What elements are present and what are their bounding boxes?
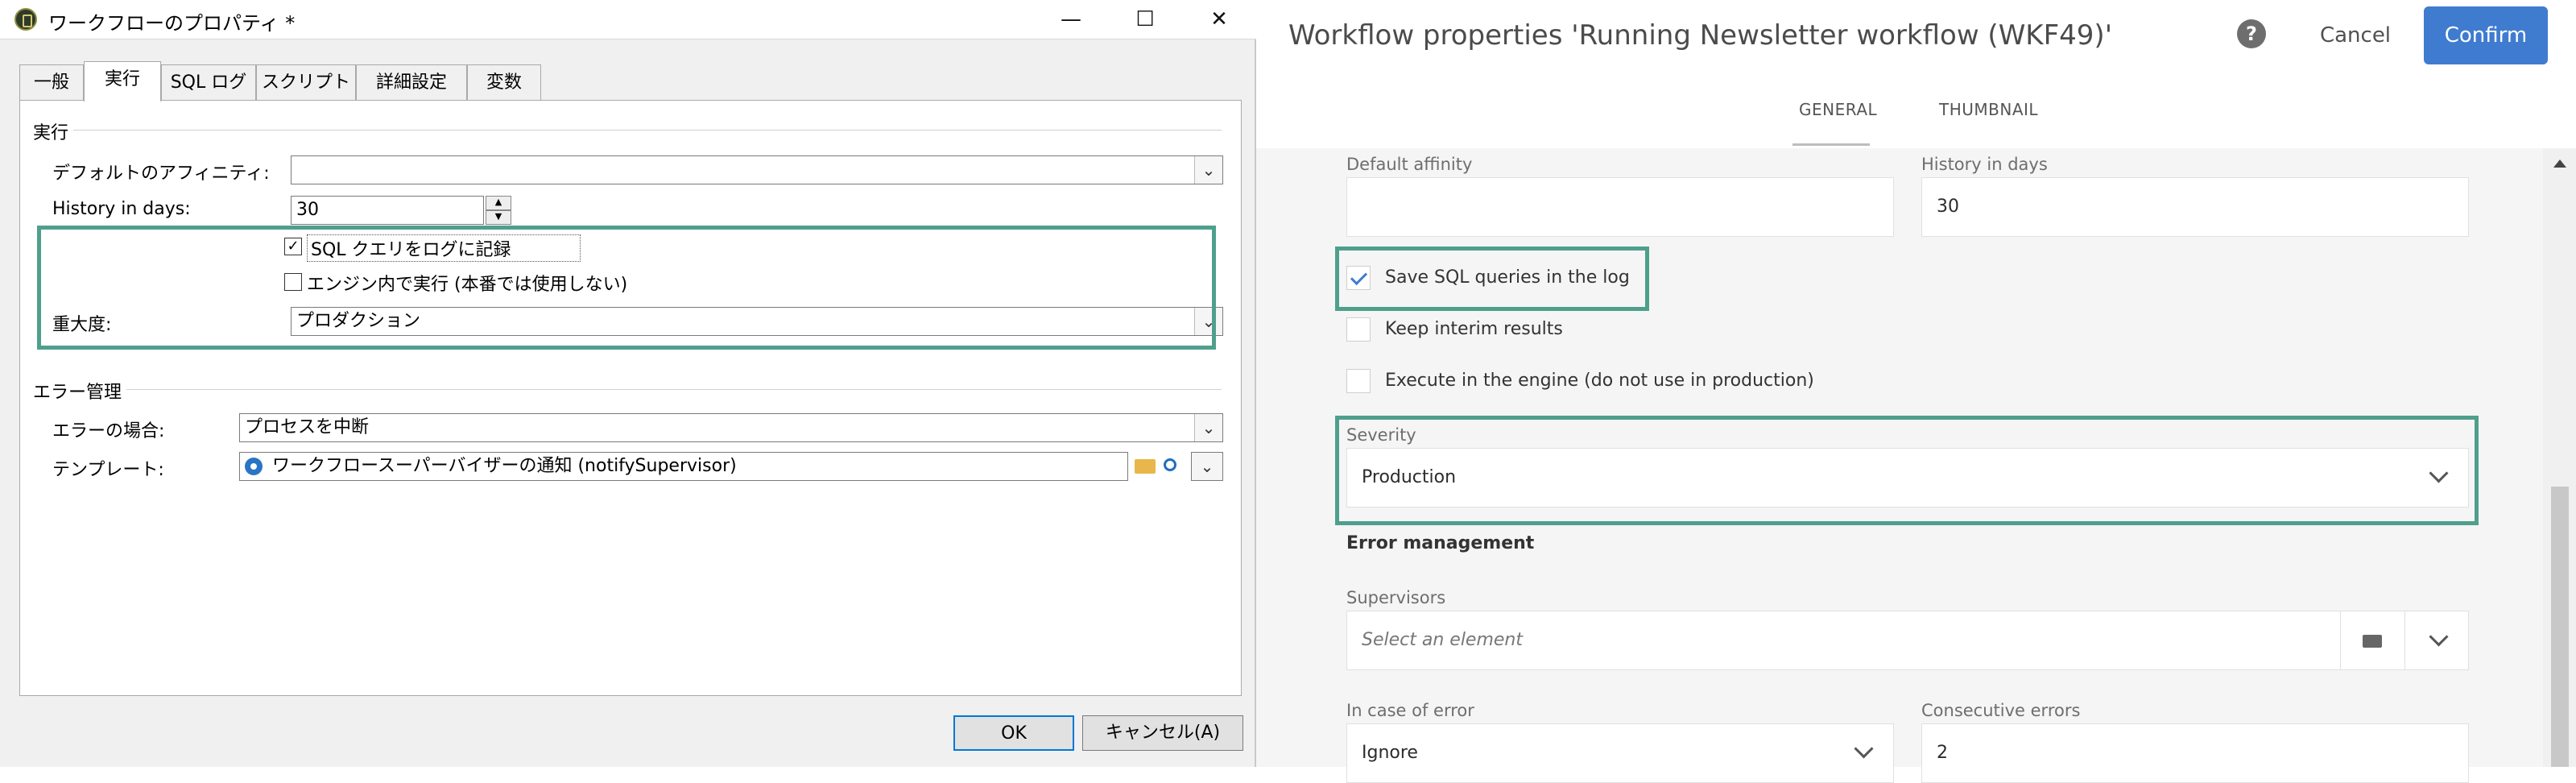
consecutive-errors-label: Consecutive errors — [1921, 701, 2081, 720]
on-error-label: エラーの場合: — [52, 421, 165, 441]
tab-variables[interactable]: 変数 — [467, 64, 541, 100]
template-icon — [245, 458, 263, 475]
history-label: History in days — [1921, 155, 2048, 174]
group-divider — [31, 389, 1222, 390]
help-icon[interactable]: ? — [2237, 19, 2266, 48]
close-button[interactable]: ✕ — [1182, 0, 1256, 39]
window-titlebar: ワークフローのプロパティ * — ☐ ✕ — [0, 0, 1256, 39]
chevron-down-icon[interactable] — [1854, 739, 1874, 759]
confirm-button[interactable]: Confirm — [2424, 6, 2548, 64]
consecutive-errors-input[interactable]: 2 — [1921, 723, 2469, 783]
scrollbar-thumb[interactable] — [2551, 487, 2569, 767]
history-input[interactable]: 30 — [291, 196, 484, 225]
template-value: ワークフロースーパーバイザーの通知 (notifySupervisor) — [272, 456, 737, 476]
folder-icon[interactable] — [2363, 635, 2382, 648]
execute-engine-label: Execute in the engine (do not use in pro… — [1385, 371, 1814, 391]
tab-general[interactable]: 一般 — [19, 64, 84, 100]
error-management-heading: Error management — [1346, 533, 1535, 553]
default-affinity-label: Default affinity — [1346, 155, 1473, 174]
template-input[interactable]: ワークフロースーパーバイザーの通知 (notifySupervisor) — [239, 452, 1128, 481]
minimize-button[interactable]: — — [1034, 0, 1108, 39]
ok-button[interactable]: OK — [953, 715, 1074, 751]
tab-bar: GENERAL THUMBNAIL — [1256, 72, 2576, 148]
chevron-down-icon[interactable]: ⌄ — [1194, 156, 1222, 184]
maximize-button[interactable]: ☐ — [1108, 0, 1182, 39]
on-error-value: プロセスを中断 — [245, 417, 370, 437]
in-case-of-error-value: Ignore — [1362, 743, 1418, 763]
supervisors-input[interactable]: Select an element — [1346, 611, 2469, 670]
dialog-title: Workflow properties 'Running Newsletter … — [1288, 19, 2113, 52]
stepper-up-icon[interactable]: ▲ — [486, 196, 511, 210]
web-properties-dialog: Workflow properties 'Running Newsletter … — [1256, 0, 2576, 783]
history-label: History in days: — [52, 199, 191, 219]
history-input[interactable]: 30 — [1921, 177, 2469, 237]
folder-icon[interactable] — [1135, 459, 1156, 474]
template-label: テンプレート: — [52, 460, 164, 480]
magnifier-icon[interactable] — [1164, 458, 1176, 471]
tab-sql-log[interactable]: SQL ログ — [161, 64, 256, 100]
tab-general[interactable]: GENERAL — [1799, 100, 1877, 119]
affinity-combobox[interactable]: ⌄ — [291, 155, 1223, 184]
highlight-box — [1335, 416, 2479, 525]
classic-properties-dialog: ワークフローのプロパティ * — ☐ ✕ 一般 実行 SQL ログ スクリプト … — [0, 0, 1256, 767]
window-title: ワークフローのプロパティ * — [48, 12, 296, 35]
keep-interim-checkbox[interactable] — [1346, 317, 1371, 342]
template-dropdown-button[interactable]: ⌄ — [1191, 452, 1223, 481]
execution-group-label: 実行 — [28, 118, 74, 144]
active-tab-indicator — [1792, 143, 1870, 146]
app-icon — [14, 8, 37, 31]
highlight-box — [37, 226, 1216, 350]
in-case-of-error-select[interactable]: Ignore — [1346, 723, 1894, 783]
in-case-of-error-label: In case of error — [1346, 701, 1474, 720]
highlight-box — [1335, 246, 1649, 311]
default-affinity-input[interactable] — [1346, 177, 1894, 237]
stepper-down-icon[interactable]: ▼ — [486, 210, 511, 225]
tab-script[interactable]: スクリプト — [256, 64, 356, 100]
execution-tab-panel: 実行 デフォルトのアフィニティ: ⌄ History in days: 30 ▲… — [19, 100, 1242, 696]
scroll-up-icon[interactable] — [2553, 160, 2566, 168]
tab-thumbnail[interactable]: THUMBNAIL — [1939, 100, 2038, 119]
execute-engine-checkbox[interactable] — [1346, 369, 1371, 393]
keep-interim-label: Keep interim results — [1385, 319, 1563, 339]
field-divider — [2340, 611, 2341, 669]
chevron-down-icon[interactable]: ⌄ — [1194, 414, 1222, 441]
cancel-button[interactable]: キャンセル(A) — [1082, 715, 1243, 751]
supervisors-label: Supervisors — [1346, 588, 1446, 607]
affinity-label: デフォルトのアフィニティ: — [52, 164, 270, 184]
error-management-group-label: エラー管理 — [28, 378, 127, 404]
chevron-down-icon[interactable]: ⌄ — [1192, 453, 1222, 480]
general-form: Default affinity History in days 30 Save… — [1256, 148, 2543, 783]
cancel-button[interactable]: Cancel — [2311, 19, 2400, 52]
history-stepper[interactable]: ▲ ▼ — [486, 196, 511, 225]
field-divider — [2404, 611, 2405, 669]
tab-advanced[interactable]: 詳細設定 — [356, 64, 467, 100]
dialog-header: Workflow properties 'Running Newsletter … — [1256, 0, 2576, 73]
scrollbar[interactable] — [2543, 148, 2576, 767]
tab-execution[interactable]: 実行 — [84, 61, 161, 102]
on-error-combobox[interactable]: プロセスを中断 ⌄ — [239, 413, 1223, 442]
